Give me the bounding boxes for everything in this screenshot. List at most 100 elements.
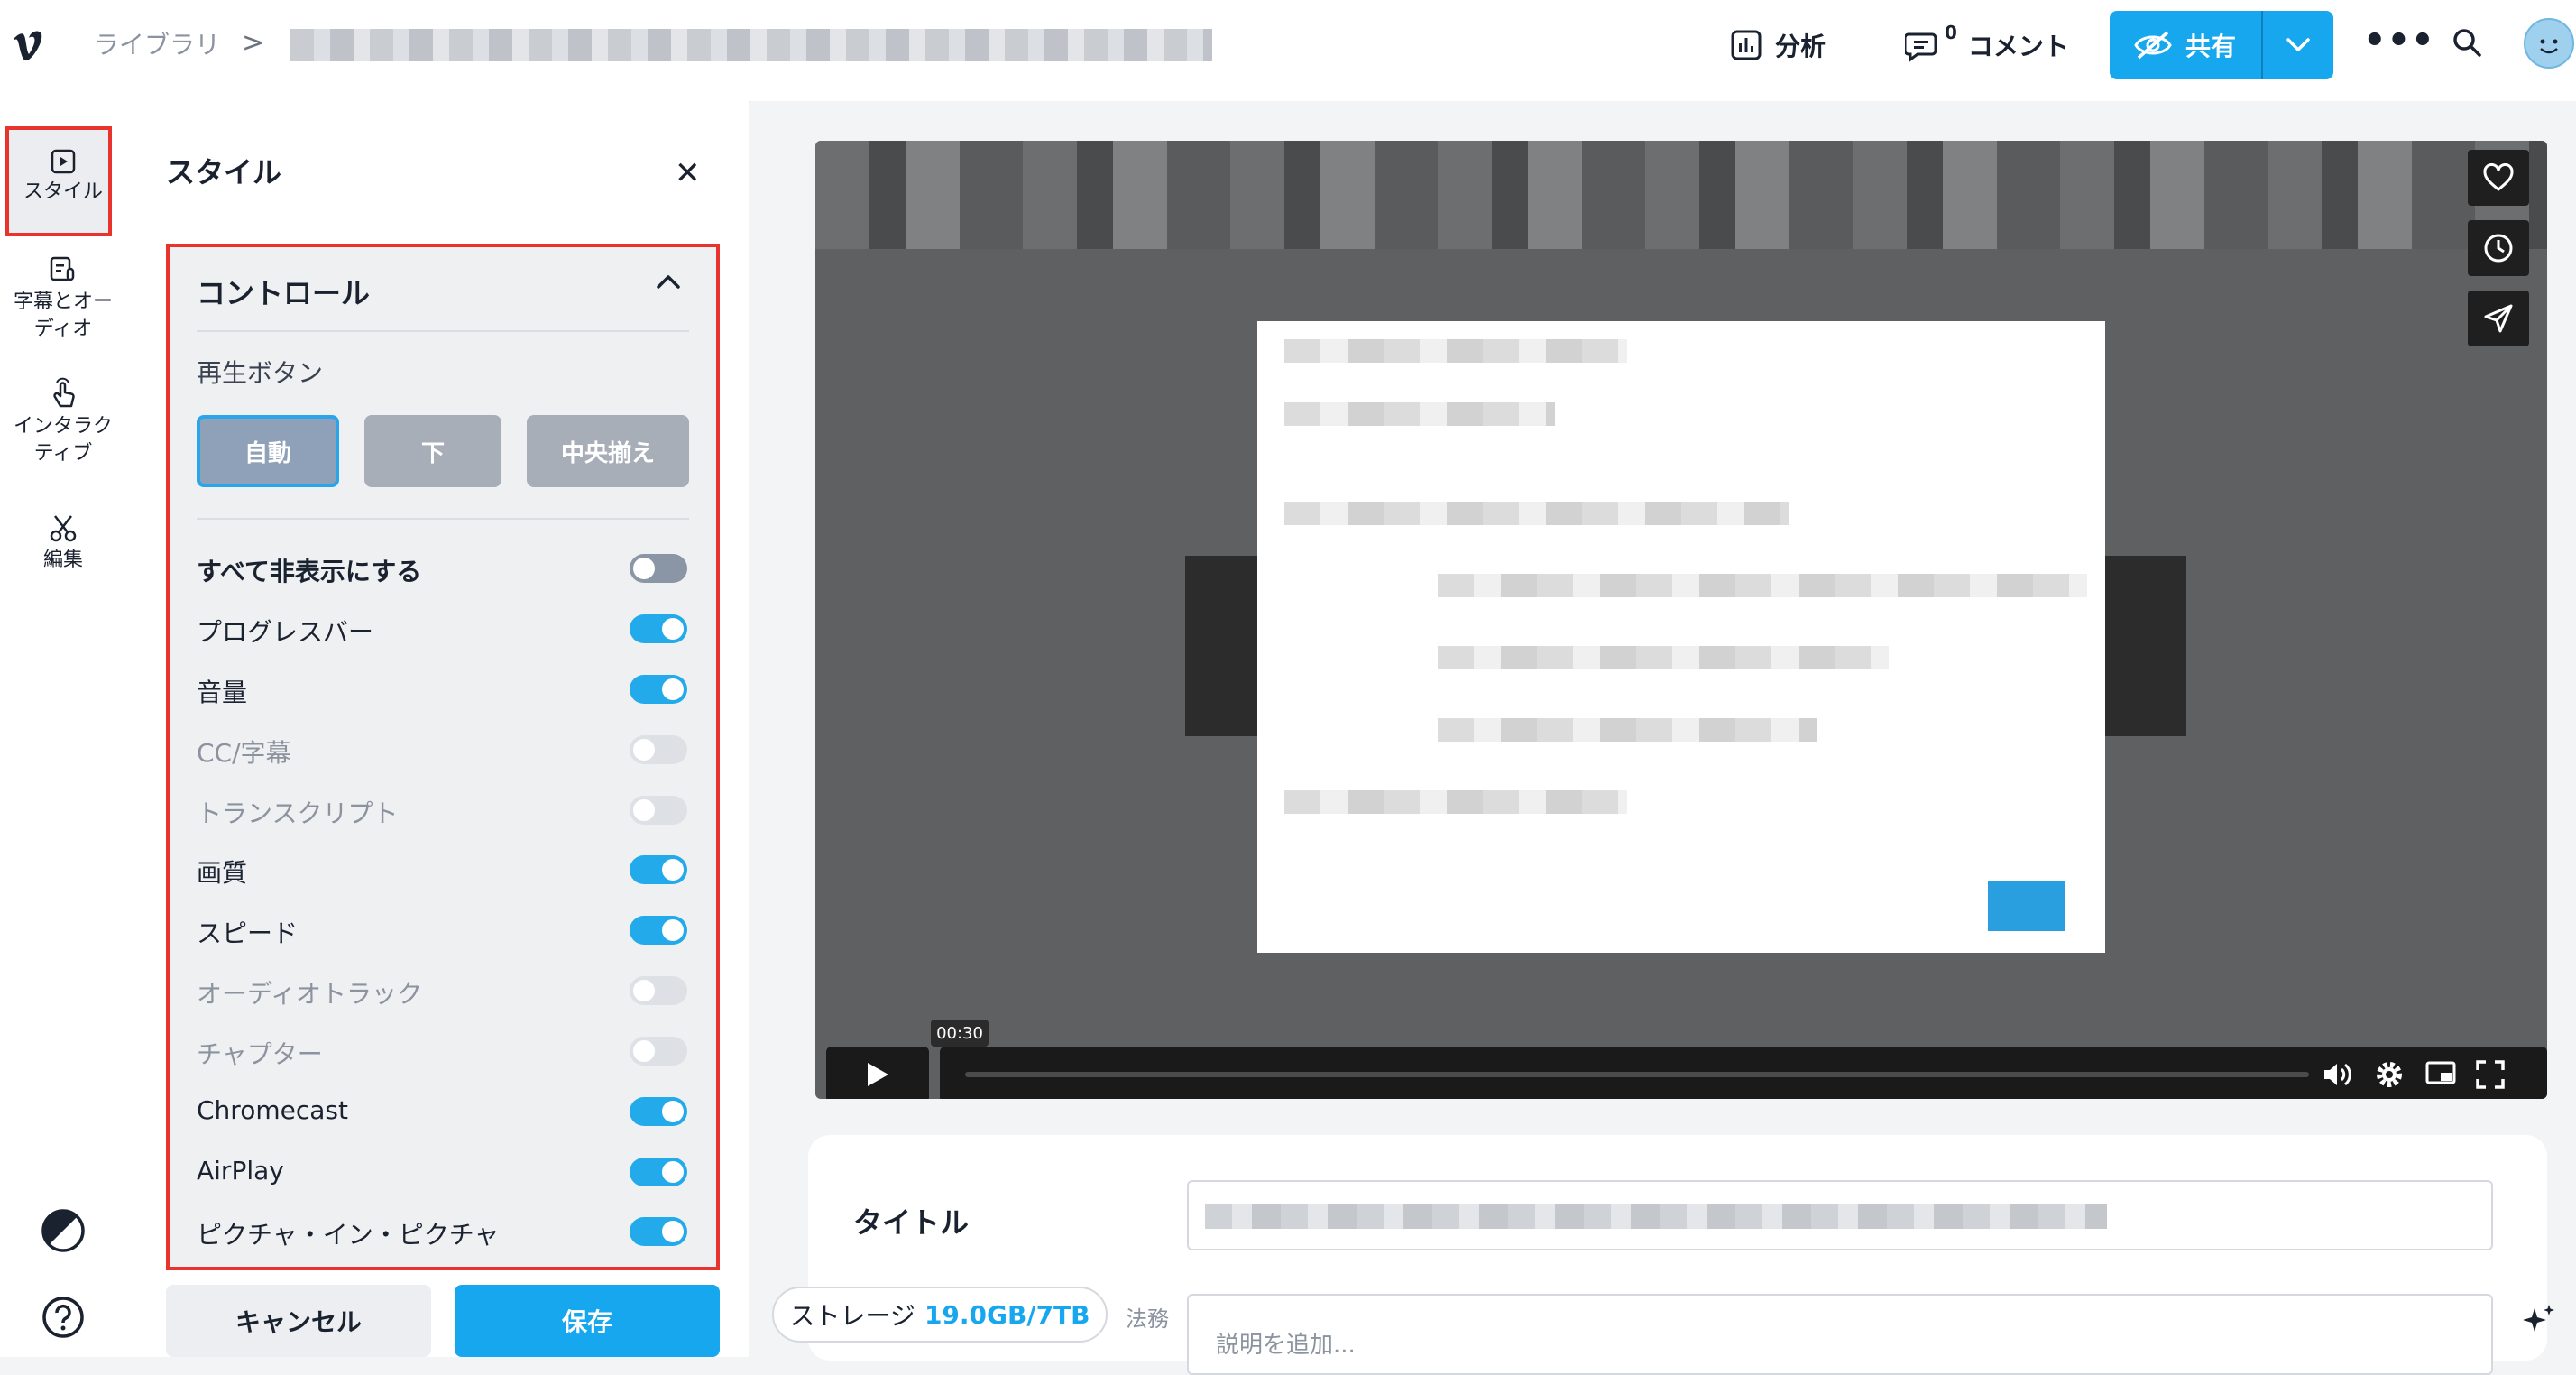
comments-count: 0: [1945, 22, 1957, 43]
divider: [197, 330, 689, 332]
pip-toggle[interactable]: [630, 1217, 687, 1246]
share-button[interactable]: 共有: [2110, 11, 2259, 79]
toggle-row-volume: 音量: [197, 671, 689, 707]
play-button[interactable]: [826, 1047, 929, 1099]
video-frame-slide: [1257, 321, 2105, 953]
storage-indicator[interactable]: ストレージ 19.0GB/7TB: [772, 1287, 1108, 1343]
quality-toggle[interactable]: [630, 855, 687, 884]
toggle-row-quality: 画質: [197, 852, 689, 888]
video-frame-blurred: [815, 141, 2547, 249]
progress-bar-toggle[interactable]: [630, 614, 687, 643]
rail-item-edit[interactable]: 編集: [0, 512, 126, 574]
title-input[interactable]: [1187, 1180, 2493, 1250]
comments-label: コメント: [1967, 32, 2069, 61]
blurred-text: [1284, 402, 1555, 426]
play-icon: [868, 1063, 888, 1086]
more-menu-icon[interactable]: •••: [2363, 20, 2435, 61]
share-label: 共有: [2185, 32, 2236, 61]
control-bar: [940, 1047, 2547, 1099]
controls-section: コントロール 再生ボタン 自動 下 中央揃え すべて非表示にする プログレスバー…: [166, 244, 720, 1270]
toggle-row-chapters: チャプター: [197, 1033, 689, 1069]
blurred-text: [1438, 646, 1889, 669]
toggle-label: トランスクリプト: [197, 798, 399, 828]
close-icon[interactable]: ✕: [675, 155, 701, 191]
hide-all-toggle[interactable]: [630, 554, 687, 583]
toggle-label: ピクチャ・イン・ピクチャ: [197, 1220, 500, 1250]
panel-title: スタイル: [166, 155, 282, 189]
storage-label: ストレージ: [789, 1301, 915, 1331]
toggle-label: すべて非表示にする: [197, 557, 422, 586]
toggle-label: スピード: [197, 918, 299, 948]
user-avatar[interactable]: [2524, 18, 2574, 69]
toggle-label: Chromecast: [197, 1095, 348, 1125]
toggle-row-audio-track: オーディオトラック: [197, 973, 689, 1009]
share-video-button[interactable]: [2468, 291, 2529, 346]
description-placeholder: 説明を追加...: [1216, 1332, 1356, 1359]
left-rail: スタイル 字幕とオーディオ インタラクティブ 編集: [0, 101, 139, 1357]
legal-link[interactable]: 法務: [1126, 1301, 1169, 1333]
play-position-center[interactable]: 中央揃え: [527, 415, 689, 487]
picture-in-picture-icon[interactable]: [2424, 1059, 2457, 1088]
heart-icon: [2483, 163, 2514, 191]
breadcrumb-library[interactable]: ライブラリ: [94, 25, 220, 61]
rail-item-label: インタラクティブ: [13, 415, 113, 465]
toggle-label: AirPlay: [197, 1156, 284, 1186]
ai-sparkle-icon[interactable]: [2518, 1301, 2558, 1341]
title-label: タイトル: [853, 1205, 970, 1240]
comments-button[interactable]: 0 コメント: [1905, 20, 2069, 70]
watch-later-button[interactable]: [2468, 220, 2529, 276]
analytics-button[interactable]: 分析: [1730, 20, 1826, 70]
toggle-label: オーディオトラック: [197, 979, 423, 1009]
toggle-row-progress-bar: プログレスバー: [197, 611, 689, 647]
audio-track-toggle[interactable]: [630, 976, 687, 1005]
video-title-breadcrumb[interactable]: [290, 29, 1212, 61]
description-input[interactable]: 説明を追加...: [1187, 1294, 2493, 1375]
preview-area: 00:30 タイトル 説明を追加... ストレージ 19.0GB/7TB 法務: [750, 101, 2576, 1375]
chromecast-toggle[interactable]: [630, 1097, 687, 1126]
like-button[interactable]: [2468, 150, 2529, 206]
blurred-text: [1438, 718, 1817, 742]
airplay-toggle[interactable]: [630, 1158, 687, 1186]
share-button-group: 共有: [2110, 11, 2333, 79]
cancel-button[interactable]: キャンセル: [166, 1285, 431, 1357]
speed-toggle[interactable]: [630, 916, 687, 945]
controls-heading: コントロール: [197, 276, 371, 310]
captions-toggle[interactable]: [630, 735, 687, 764]
rail-item-label: 字幕とオーディオ: [13, 291, 113, 340]
volume-icon[interactable]: [2322, 1059, 2354, 1090]
clock-icon: [2484, 234, 2513, 263]
storage-value: 19.0GB/7TB: [924, 1299, 1090, 1330]
progress-bar[interactable]: [965, 1072, 2309, 1077]
save-button[interactable]: 保存: [455, 1285, 720, 1357]
comment-icon: [1905, 32, 1937, 62]
play-position-auto[interactable]: 自動: [197, 415, 339, 487]
chapters-toggle[interactable]: [630, 1037, 687, 1066]
search-icon[interactable]: [2452, 27, 2482, 58]
toggle-row-captions: CC/字幕: [197, 732, 689, 768]
toggle-label: プログレスバー: [197, 617, 374, 647]
vimeo-logo-icon[interactable]: [9, 23, 54, 69]
tap-hand-icon: [53, 377, 75, 408]
fullscreen-icon[interactable]: [2475, 1059, 2506, 1090]
rail-item-interactive[interactable]: インタラクティブ: [0, 377, 126, 467]
play-position-bottom[interactable]: 下: [364, 415, 501, 487]
toggle-label: チャプター: [197, 1039, 323, 1069]
video-player[interactable]: 00:30: [815, 141, 2547, 1099]
toggle-label: 画質: [197, 858, 248, 888]
rail-item-label: 編集: [42, 549, 83, 571]
rail-item-style[interactable]: スタイル: [0, 148, 126, 206]
blurred-text: [1284, 790, 1627, 814]
volume-toggle[interactable]: [630, 675, 687, 704]
analytics-icon: [1731, 30, 1762, 60]
settings-gear-icon[interactable]: [2374, 1059, 2405, 1090]
chevron-up-icon[interactable]: [655, 272, 682, 291]
rail-item-captions-audio[interactable]: 字幕とオーディオ: [0, 254, 126, 343]
toggle-row-pip: ピクチャ・イン・ピクチャ: [197, 1214, 689, 1250]
toggle-row-hide-all: すべて非表示にする: [197, 550, 689, 586]
theme-contrast-icon[interactable]: [40, 1207, 87, 1254]
divider: [197, 518, 689, 520]
transcript-toggle[interactable]: [630, 796, 687, 825]
help-icon[interactable]: [40, 1294, 87, 1341]
share-dropdown-button[interactable]: [2263, 11, 2333, 79]
rail-item-label: スタイル: [23, 180, 103, 203]
